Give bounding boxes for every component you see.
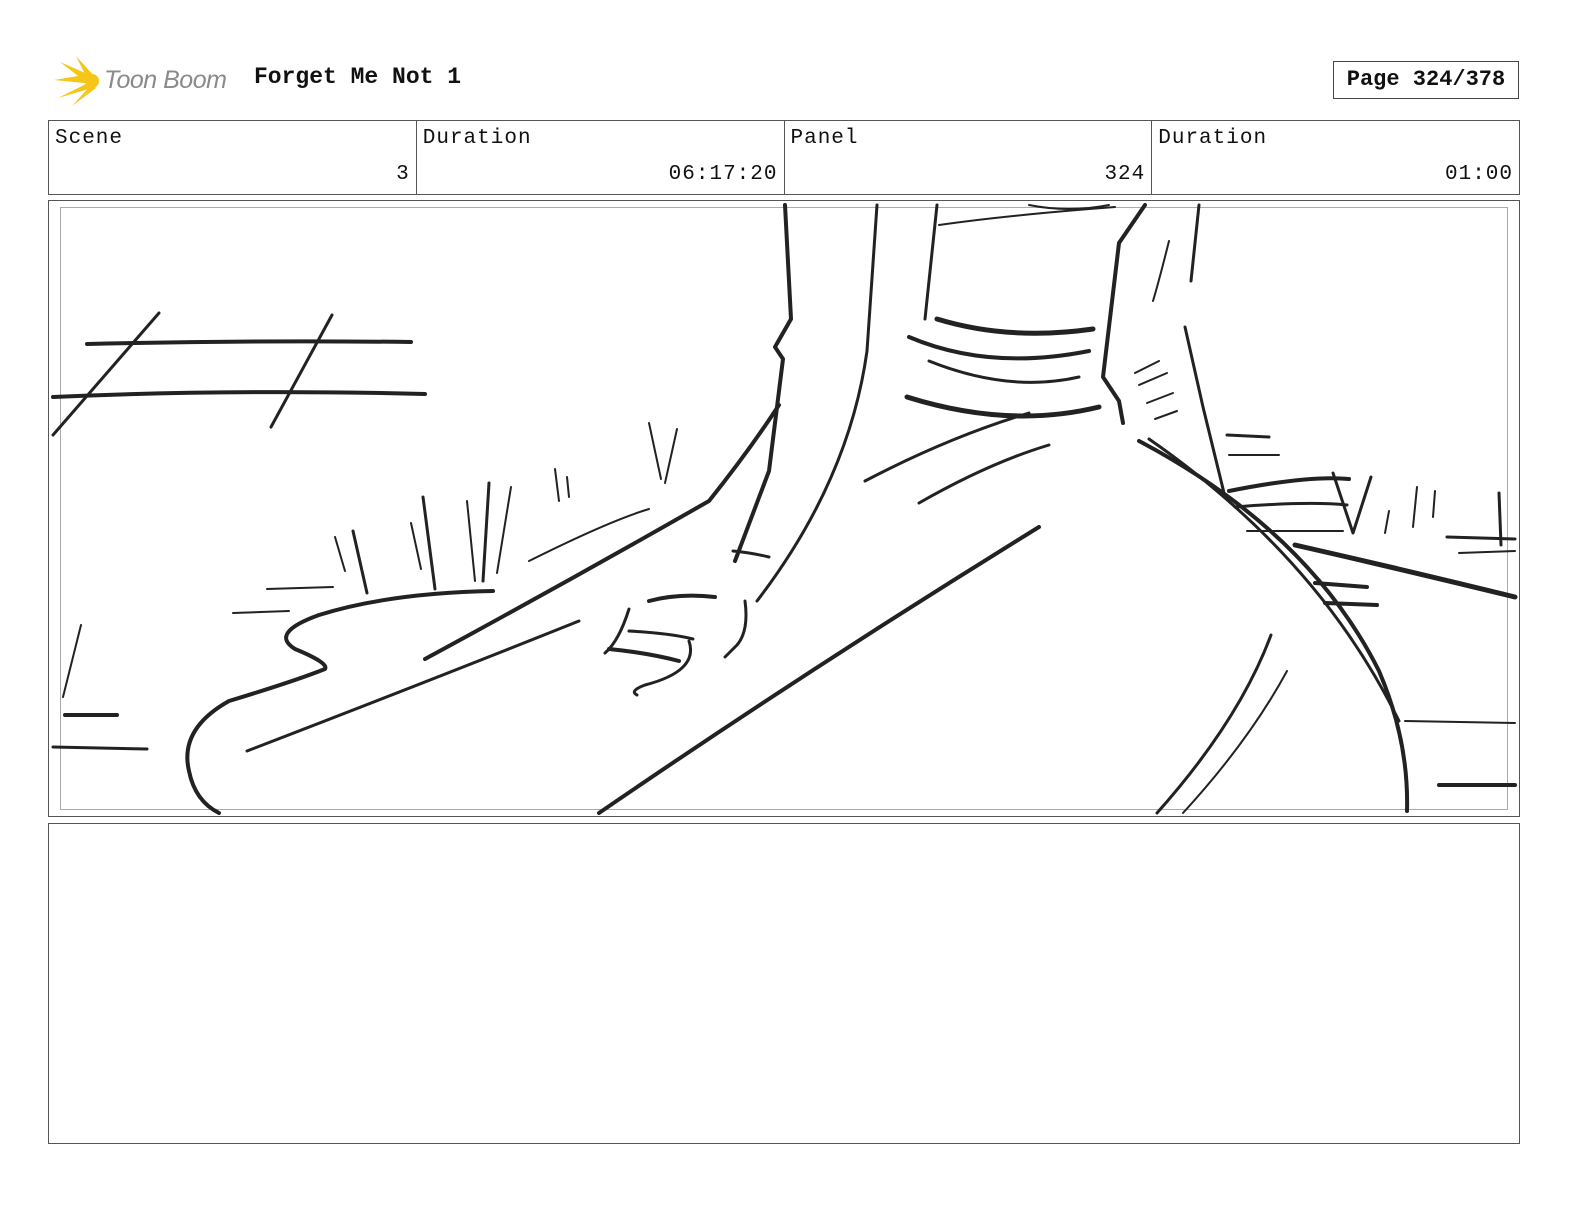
- panel-value: 324: [1104, 163, 1146, 186]
- scene-info-table: Scene 3 Duration 06:17:20 Panel 324 Dura…: [48, 120, 1520, 195]
- scene-duration-cell: Duration 06:17:20: [417, 121, 785, 194]
- scene-label: Scene: [55, 127, 124, 150]
- logo-text: Toon Boom: [104, 66, 227, 94]
- panel-duration-label: Duration: [1158, 127, 1268, 150]
- scene-duration-value: 06:17:20: [668, 163, 778, 186]
- project-title: Forget Me Not 1: [254, 64, 462, 90]
- panel-duration-value: 01:00: [1444, 163, 1513, 186]
- storyboard-panel: [48, 200, 1520, 817]
- scene-value: 3: [396, 163, 410, 186]
- panel-sketch: [51, 203, 1518, 815]
- panel-cell: Panel 324: [785, 121, 1153, 194]
- starburst-icon: [54, 56, 99, 106]
- toon-boom-logo: Toon Boom: [50, 54, 240, 108]
- notes-area: [48, 823, 1520, 1144]
- scene-cell: Scene 3: [49, 121, 417, 194]
- page-indicator: Page 324/378: [1333, 61, 1519, 99]
- scene-duration-label: Duration: [422, 127, 532, 150]
- panel-duration-cell: Duration 01:00: [1152, 121, 1519, 194]
- panel-label: Panel: [790, 127, 859, 150]
